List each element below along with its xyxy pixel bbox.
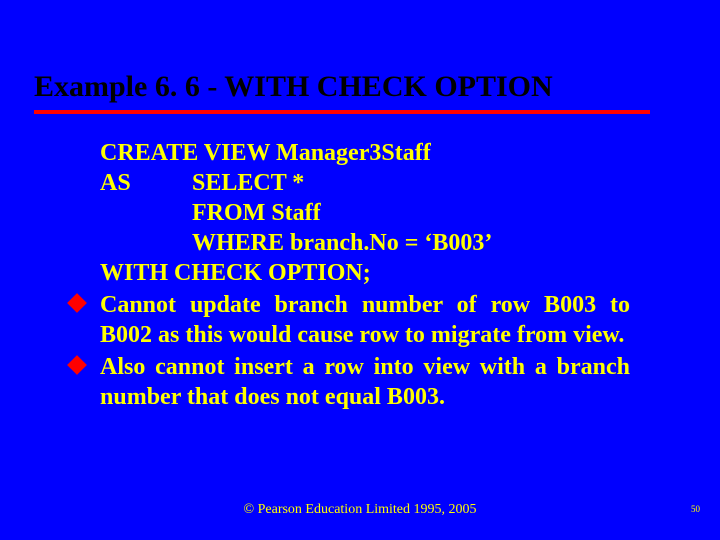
bullet-item: Cannot update branch number of row B003 …	[100, 290, 630, 350]
sql-text: FROM Staff	[192, 200, 321, 226]
sql-keyword-as: AS	[100, 168, 192, 198]
sql-line: CREATE VIEW Manager3Staff	[100, 138, 630, 168]
slide-content: CREATE VIEW Manager3Staff ASSELECT * FRO…	[40, 138, 680, 412]
sql-line: WHERE branch.No = ‘B003’	[100, 228, 630, 258]
diamond-bullet-icon	[67, 293, 87, 313]
sql-block: CREATE VIEW Manager3Staff ASSELECT * FRO…	[100, 138, 630, 288]
bullet-text: Also cannot insert a row into view with …	[100, 354, 630, 410]
copyright-footer: © Pearson Education Limited 1995, 2005	[0, 502, 720, 518]
bullet-item: Also cannot insert a row into view with …	[100, 352, 630, 412]
slide-title: Example 6. 6 - WITH CHECK OPTION	[34, 70, 650, 114]
diamond-bullet-icon	[67, 355, 87, 375]
sql-line: WITH CHECK OPTION;	[100, 258, 630, 288]
sql-line: ASSELECT *	[100, 168, 630, 198]
sql-text: WHERE branch.No = ‘B003’	[192, 230, 492, 256]
sql-text: SELECT *	[192, 170, 304, 196]
slide: Example 6. 6 - WITH CHECK OPTION CREATE …	[0, 0, 720, 540]
sql-line: FROM Staff	[100, 198, 630, 228]
page-number: 50	[691, 504, 700, 514]
bullet-text: Cannot update branch number of row B003 …	[100, 292, 630, 348]
